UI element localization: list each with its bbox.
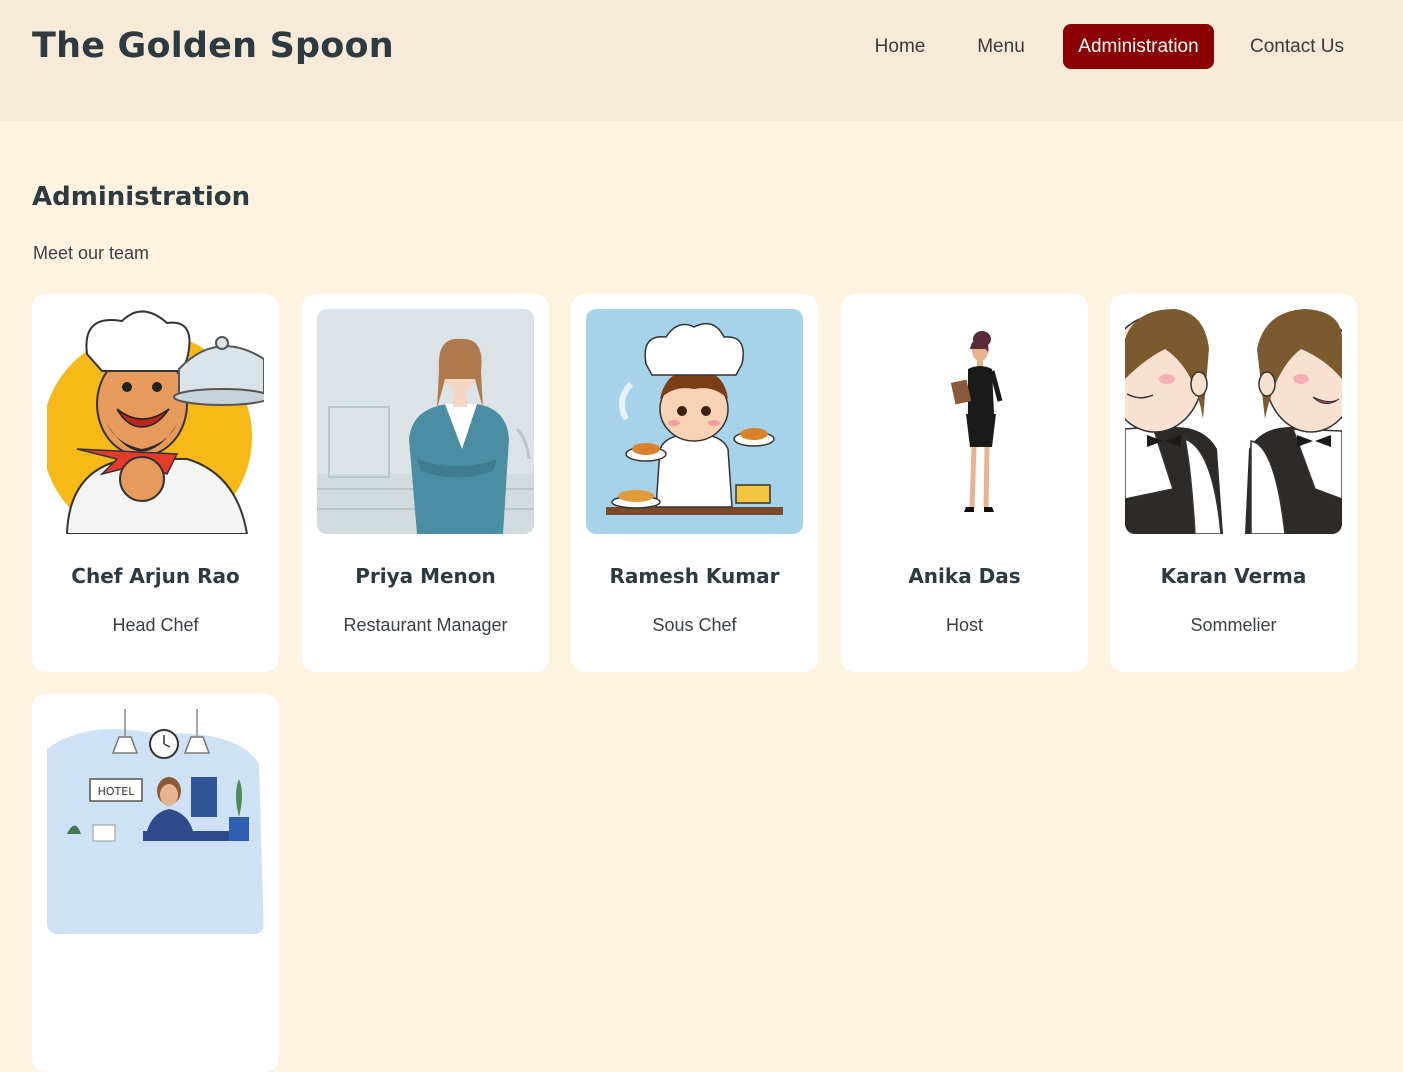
host-portrait-image (856, 309, 1073, 534)
team-card-host: Anika Das Host (841, 294, 1088, 672)
page-title: Administration (32, 182, 251, 212)
team-member-name: Anika Das (908, 564, 1021, 588)
team-member-name: Priya Menon (355, 564, 496, 588)
team-member-name: Chef Arjun Rao (71, 564, 240, 588)
team-member-name: Ramesh Kumar (609, 564, 780, 588)
manager-portrait-image (317, 309, 534, 534)
team-card-sous-chef: Ramesh Kumar Sous Chef (571, 294, 818, 672)
hotel-sign-text: HOTEL (98, 785, 136, 798)
team-member-role: Sommelier (1190, 615, 1277, 635)
chef-portrait-image (47, 309, 264, 534)
sous-chef-portrait-image (586, 309, 803, 534)
team-member-role: Sous Chef (652, 615, 737, 635)
team-member-role: Host (945, 615, 983, 635)
nav-administration[interactable]: Administration (1063, 24, 1214, 69)
team-member-role: Head Chef (112, 615, 199, 635)
sommelier-portrait-image (1125, 309, 1342, 534)
page-subtitle: Meet our team (33, 243, 150, 263)
team-card-reception: HOTEL (32, 694, 279, 1072)
team-member-role: Restaurant Manager (343, 615, 508, 635)
reception-portrait-image: HOTEL (47, 709, 264, 934)
team-card-sommelier: Karan Verma Sommelier (1110, 294, 1357, 672)
team-card-head-chef: Chef Arjun Rao Head Chef (32, 294, 279, 672)
team-member-name: Karan Verma (1160, 564, 1307, 588)
team-card-restaurant-manager: Priya Menon Restaurant Manager (302, 294, 549, 672)
main-nav: Home Menu Administration Contact Us (0, 24, 1403, 70)
nav-contact-us[interactable]: Contact Us (1237, 24, 1357, 69)
nav-menu[interactable]: Menu (962, 24, 1040, 69)
site-header: The Golden Spoon Home Menu Administratio… (0, 0, 1403, 121)
nav-home[interactable]: Home (862, 24, 938, 69)
